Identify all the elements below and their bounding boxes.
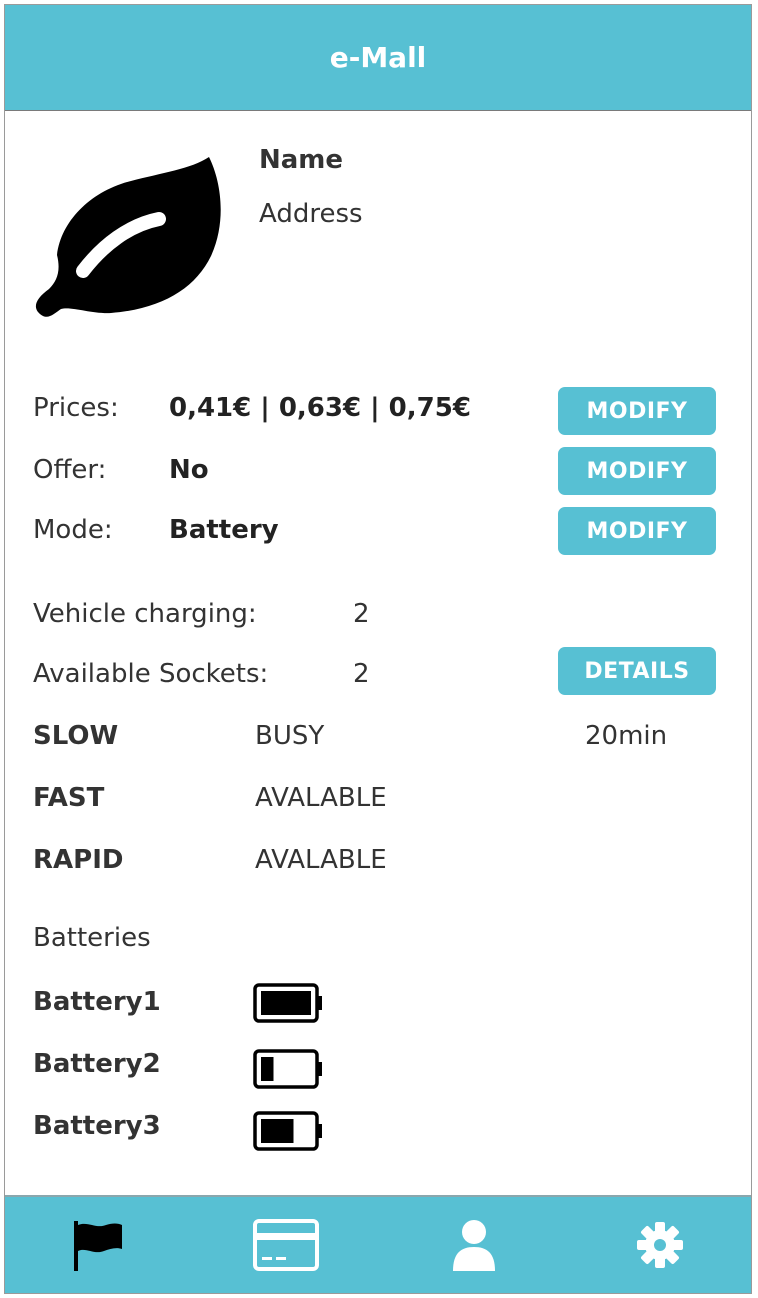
station-name: Name	[259, 145, 344, 175]
socket-type: SLOW	[33, 721, 119, 751]
modify-prices-button[interactable]: MODIFY	[558, 387, 716, 435]
station-address: Address	[259, 199, 363, 229]
available-sockets-label: Available Sockets:	[33, 659, 269, 689]
nav-card[interactable]	[251, 1215, 321, 1275]
mode-value: Battery	[169, 515, 279, 545]
nav-user[interactable]	[439, 1215, 509, 1275]
app-header: e-Mall	[5, 5, 751, 111]
modify-mode-button[interactable]: MODIFY	[558, 507, 716, 555]
prices-value: 0,41€ | 0,63€ | 0,75€	[169, 393, 471, 423]
battery-name: Battery1	[33, 987, 161, 1017]
socket-type: RAPID	[33, 845, 124, 875]
battery-icon	[253, 983, 322, 1023]
vehicle-charging-label: Vehicle charging:	[33, 599, 257, 629]
socket-type: FAST	[33, 783, 105, 813]
offer-label: Offer:	[33, 455, 107, 485]
details-button[interactable]: DETAILS	[558, 647, 716, 695]
battery-icon	[253, 1111, 322, 1151]
flag-icon	[74, 1221, 122, 1271]
credit-card-icon	[253, 1219, 319, 1271]
socket-status: BUSY	[255, 721, 325, 751]
socket-status: AVALABLE	[255, 845, 387, 875]
gear-icon	[637, 1222, 683, 1268]
batteries-title: Batteries	[33, 923, 151, 953]
mode-label: Mode:	[33, 515, 113, 545]
prices-label: Prices:	[33, 393, 119, 423]
available-sockets-value: 2	[353, 659, 370, 689]
user-icon	[453, 1220, 495, 1271]
modify-offer-button[interactable]: MODIFY	[558, 447, 716, 495]
nav-flag[interactable]	[61, 1215, 131, 1275]
battery-name: Battery2	[33, 1049, 161, 1079]
leaf-icon	[35, 157, 221, 317]
socket-time: 20min	[585, 721, 668, 751]
battery-name: Battery3	[33, 1111, 161, 1141]
app-title: e-Mall	[329, 41, 427, 74]
bottom-nav	[5, 1195, 751, 1293]
battery-icon	[253, 1049, 322, 1089]
vehicle-charging-value: 2	[353, 599, 370, 629]
offer-value: No	[169, 455, 209, 485]
app-frame: e-Mall Name Address Prices: 0,41€ | 0,63…	[4, 4, 752, 1294]
socket-status: AVALABLE	[255, 783, 387, 813]
nav-settings[interactable]	[625, 1215, 695, 1275]
